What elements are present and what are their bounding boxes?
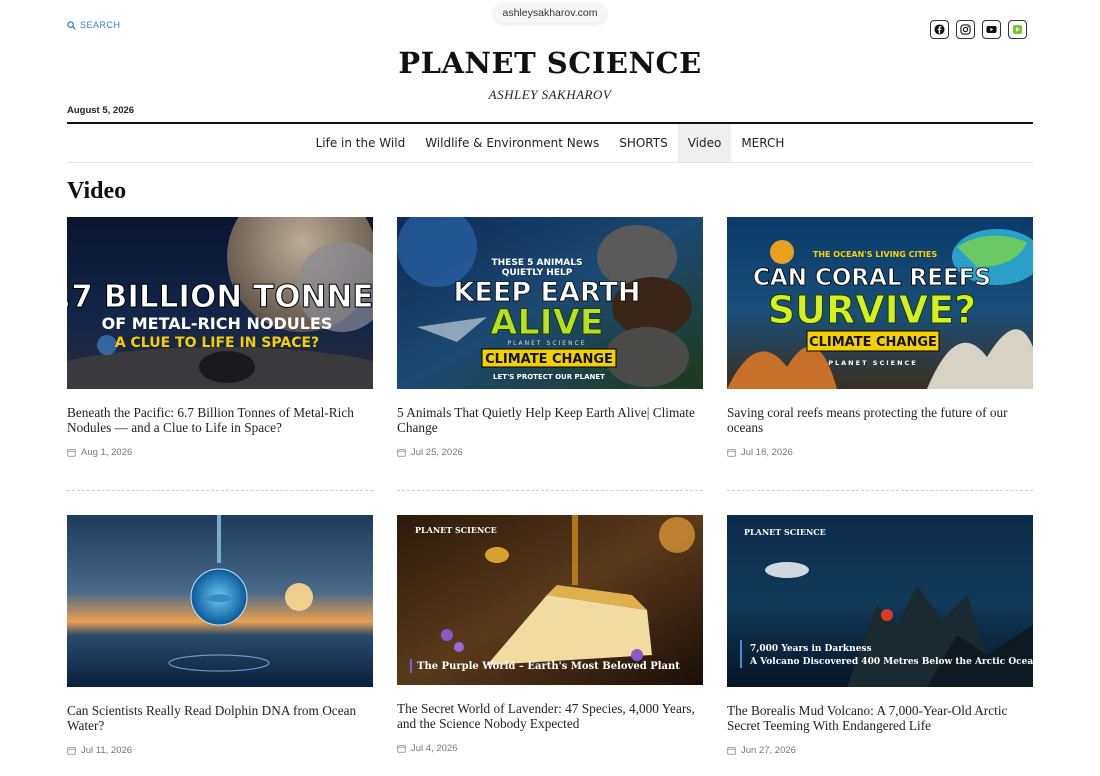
thumb-text: PLANET SCIENCE [828,359,917,367]
nav-shorts[interactable]: SHORTS [609,124,678,162]
thumb-text: A Volcano Discovered 400 Metres Below th… [749,657,1033,667]
social-links [930,20,1027,39]
thumb-text: 7,000 Years in Darkness [750,644,872,654]
post-title[interactable]: Beneath the Pacific: 6.7 Billion Tonnes … [67,405,373,435]
post-title[interactable]: Saving coral reefs means protecting the … [727,405,1033,435]
youtube-icon[interactable] [982,20,1001,39]
post-date: Jun 27, 2026 [727,745,1033,756]
post-title[interactable]: Can Scientists Really Read Dolphin DNA f… [67,703,373,733]
thumb-text: CLIMATE CHANGE [485,352,613,367]
post-title[interactable]: The Borealis Mud Volcano: A 7,000-Year-O… [727,703,1033,733]
search-icon [67,20,76,30]
thumb-text: OF METAL-RICH NODULES [102,314,333,333]
card-separator [67,490,373,491]
nav-rule [67,162,1033,163]
thumb-text: A CLUE TO LIFE IN SPACE? [115,335,319,351]
post-date: Jul 11, 2026 [67,745,373,756]
post-date-text: Jul 11, 2026 [81,745,133,756]
search-link[interactable]: SEARCH [67,20,121,30]
post-title[interactable]: 5 Animals That Quietly Help Keep Earth A… [397,405,703,435]
current-date: August 5, 2026 [67,105,135,116]
post-thumbnail[interactable]: 6.7 BILLION TONNES OF METAL-RICH NODULES… [67,217,373,389]
post-title[interactable]: The Secret World of Lavender: 47 Species… [397,701,703,731]
post-card: PLANET SCIENCE 7,000 Years in Darkness A… [727,515,1033,756]
nav-wildlife-environment-news[interactable]: Wildlife & Environment News [415,124,609,162]
thumb-text: PLANET SCIENCE [744,527,826,537]
main-nav: Life in the Wild Wildlife & Environment … [0,124,1100,162]
calendar-icon [397,744,406,753]
thumb-text: ALIVE [490,303,603,343]
nav-merch[interactable]: MERCH [731,124,794,162]
post-date: Jul 4, 2026 [397,743,703,754]
rumble-icon[interactable] [1008,20,1027,39]
thumb-text: 6.7 BILLION TONNES [67,279,373,315]
thumb-text: SURVIVE? [768,288,976,332]
post-card: THE OCEAN'S LIVING CITIES CAN CORAL REEF… [727,217,1033,458]
thumb-text: PLANET SCIENCE [415,525,497,535]
calendar-icon [397,448,406,457]
post-date-text: Jul 18, 2026 [741,447,793,458]
post-date-text: Jul 4, 2026 [411,743,458,754]
post-card: THESE 5 ANIMALS QUIETLY HELP KEEP EARTH … [397,217,703,458]
thumb-text: THE OCEAN'S LIVING CITIES [813,250,937,259]
calendar-icon [67,746,76,755]
address-bar[interactable]: ashleysakharov.com [494,3,606,23]
site-title[interactable]: PLANET SCIENCE [0,46,1100,80]
thumb-text: LET'S PROTECT OUR PLANET [493,373,605,381]
calendar-icon [67,448,76,457]
post-card: 6.7 BILLION TONNES OF METAL-RICH NODULES… [67,217,373,458]
instagram-icon[interactable] [956,20,975,39]
post-thumbnail[interactable]: PLANET SCIENCE 7,000 Years in Darkness A… [727,515,1033,687]
calendar-icon [727,746,736,755]
thumb-text: PLANET SCIENCE [507,340,586,347]
post-date: Aug 1, 2026 [67,447,373,458]
post-date: Jul 18, 2026 [727,447,1033,458]
post-date: Jul 25, 2026 [397,447,703,458]
post-thumbnail[interactable] [67,515,373,687]
thumb-text: The Purple World – Earth's Most Beloved … [417,661,680,672]
card-separator [727,490,1033,491]
post-thumbnail[interactable]: THESE 5 ANIMALS QUIETLY HELP KEEP EARTH … [397,217,703,389]
post-thumbnail[interactable]: THE OCEAN'S LIVING CITIES CAN CORAL REEF… [727,217,1033,389]
post-thumbnail[interactable]: PLANET SCIENCE The Purple World – Earth'… [397,515,703,685]
nav-video[interactable]: Video [677,124,732,162]
post-date-text: Aug 1, 2026 [81,447,133,458]
post-date-text: Jun 27, 2026 [741,745,796,756]
post-card: Can Scientists Really Read Dolphin DNA f… [67,515,373,756]
card-separator [397,490,703,491]
calendar-icon [727,448,736,457]
post-date-text: Jul 25, 2026 [411,447,463,458]
page-title: Video [67,178,127,204]
nav-life-in-the-wild[interactable]: Life in the Wild [306,124,416,162]
thumb-text: THESE 5 ANIMALS [492,258,583,268]
thumb-text: CLIMATE CHANGE [809,335,937,350]
post-card: PLANET SCIENCE The Purple World – Earth'… [397,515,703,754]
site-subtitle: ASHLEY SAKHAROV [488,87,612,102]
search-label: SEARCH [80,20,121,30]
facebook-icon[interactable] [930,20,949,39]
